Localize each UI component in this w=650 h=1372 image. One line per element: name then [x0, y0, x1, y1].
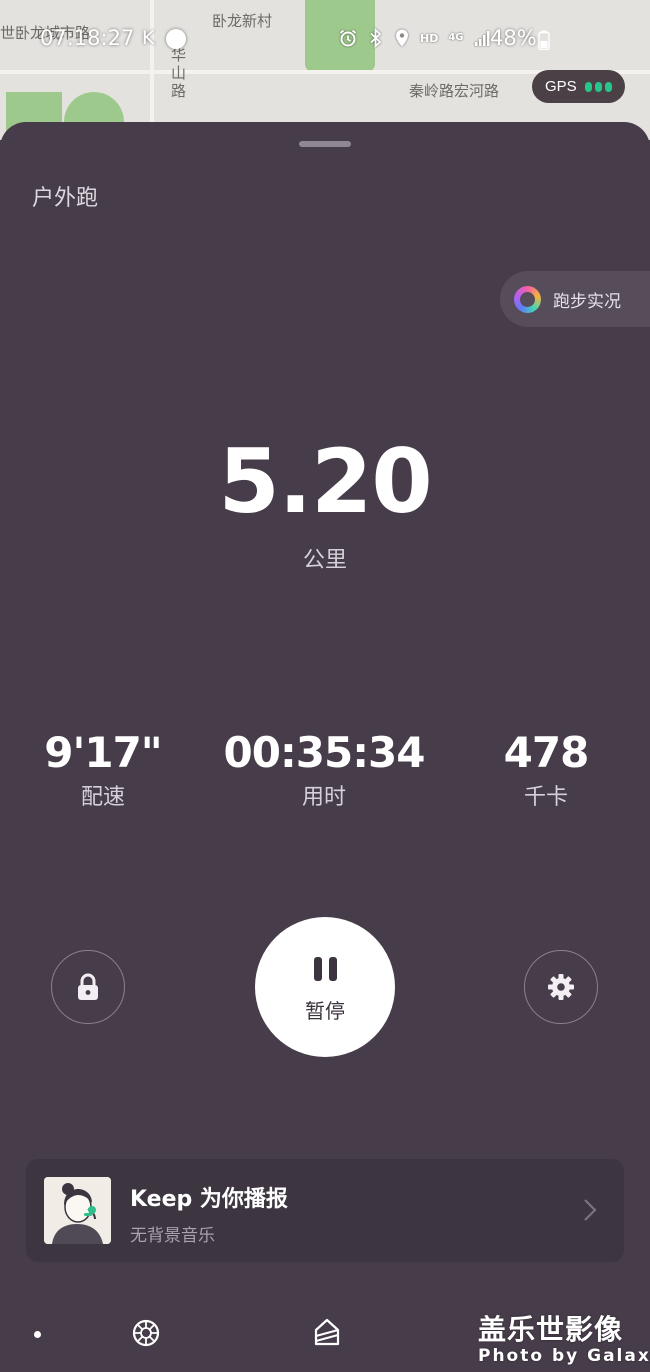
voice-card-subtitle: 无背景音乐	[130, 1226, 215, 1246]
distance-unit: 公里	[302, 548, 347, 573]
gps-label: GPS	[545, 78, 577, 95]
app-notification-icon	[166, 29, 186, 49]
pace-value: 9'17"	[44, 728, 162, 777]
live-ring-icon	[514, 285, 541, 313]
run-mode-title: 户外跑	[32, 186, 99, 211]
bottom-nav: 盖乐世影像 Photo by Galaxy	[0, 1304, 650, 1372]
nav-dot	[34, 1331, 41, 1338]
coach-avatar	[44, 1177, 111, 1244]
pace-label: 配速	[80, 785, 125, 810]
calories-value: 478	[503, 728, 590, 777]
lock-button[interactable]	[51, 950, 125, 1024]
watermark-en: Photo by Galaxy	[478, 1346, 650, 1366]
stat-pace: 9'17" 配速	[0, 728, 213, 811]
status-bar: 07:18:27 K HD 4G 48%	[0, 26, 650, 56]
calories-label: 千卡	[523, 785, 568, 810]
battery-icon	[538, 30, 550, 50]
gps-indicator[interactable]: GPS	[532, 70, 625, 103]
map-road	[150, 0, 154, 140]
drag-handle[interactable]	[299, 141, 351, 147]
chevron-right-icon	[584, 1199, 597, 1221]
pause-icon	[313, 956, 337, 981]
distance-value: 5.20	[218, 430, 432, 533]
hd-indicator: HD	[420, 31, 439, 45]
lock-icon	[78, 973, 98, 1000]
gps-signal-bar	[604, 81, 612, 92]
gps-signal-bar	[594, 81, 602, 92]
network-indicator: 4G	[448, 32, 464, 43]
pause-label: 暂停	[305, 998, 345, 1023]
map-view[interactable]: 世卧龙城市路 卧龙新村 华山路 秦岭路宏河路 07:18:27 K HD 4G	[0, 0, 650, 140]
voice-broadcast-card[interactable]: Keep 为你播报 无背景音乐	[26, 1159, 624, 1262]
voice-card-title: Keep 为你播报	[130, 1187, 288, 1212]
signal-icon	[474, 31, 490, 46]
map-label: 秦岭路宏河路	[409, 82, 500, 100]
gps-signal-bar	[584, 81, 592, 92]
live-run-label: 跑步实况	[553, 291, 621, 312]
bluetooth-icon	[370, 28, 382, 48]
settings-button[interactable]	[524, 950, 598, 1024]
stat-duration: 00:35:34 用时	[214, 728, 434, 811]
battery-percent: 48%	[490, 26, 537, 50]
photo-watermark: 盖乐世影像 Photo by Galaxy	[478, 1308, 650, 1366]
carrier-icon: K	[142, 27, 155, 49]
duration-label: 用时	[301, 785, 346, 810]
stat-calories: 478 千卡	[436, 728, 650, 811]
shoe-wheel-icon[interactable]	[131, 1318, 161, 1348]
watermark-cn: 盖乐世影像	[478, 1313, 624, 1346]
gps-signal-bars	[584, 81, 612, 92]
run-panel: 户外跑 跑步实况 5.20 公里 9'17" 配速 00:35:34 用时 47…	[0, 122, 650, 1372]
gear-icon	[548, 974, 574, 1000]
status-time: 07:18:27	[40, 26, 135, 50]
location-icon	[396, 29, 408, 47]
live-run-button[interactable]: 跑步实况	[500, 271, 650, 327]
pause-button[interactable]: 暂停	[255, 917, 395, 1057]
home-icon[interactable]	[313, 1317, 341, 1347]
duration-value: 00:35:34	[223, 728, 426, 777]
alarm-icon	[339, 29, 357, 47]
